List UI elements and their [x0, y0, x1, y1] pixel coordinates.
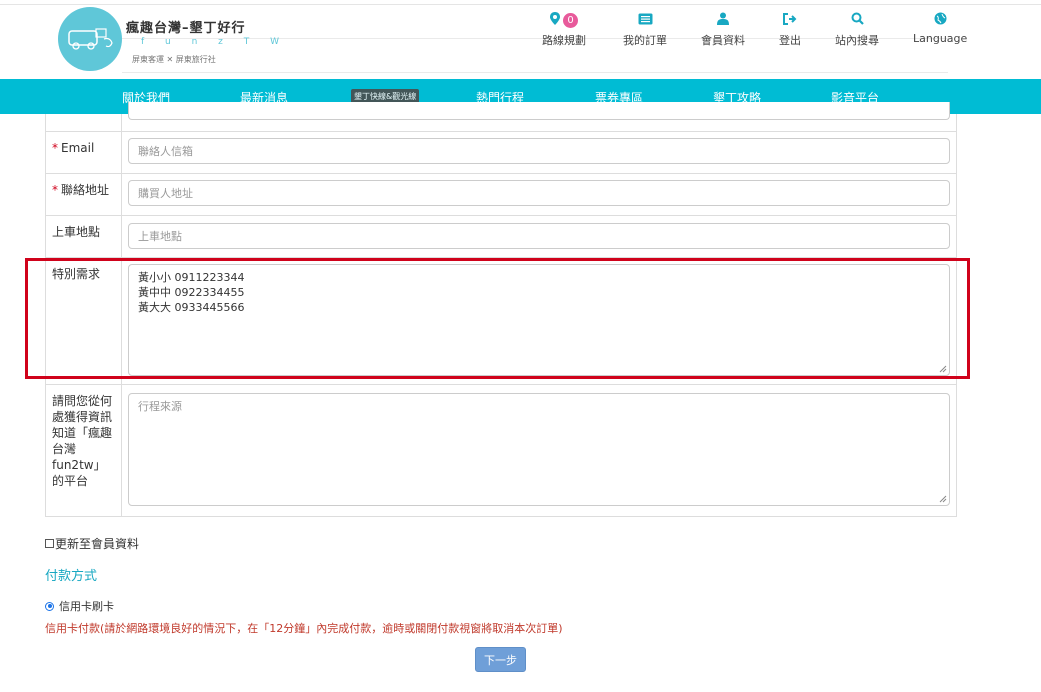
map-marker-icon [550, 12, 560, 29]
topnav-site-search[interactable]: 站內搜尋 [835, 12, 879, 48]
info-source-label-line: 的平台 [52, 474, 89, 488]
info-source-label-line: 台灣 [52, 442, 77, 456]
pickup-location-field[interactable]: 上車地點 [128, 223, 950, 249]
logo[interactable] [58, 7, 122, 71]
form-row-email: * Email 聯絡人信箱 [46, 132, 956, 174]
email-field[interactable]: 聯絡人信箱 [128, 138, 950, 164]
required-mark: * [52, 183, 58, 197]
update-member-label: 更新至會員資料 [55, 537, 140, 551]
user-icon [717, 12, 729, 29]
special-request-line: 黃中中 0922334455 [138, 286, 245, 299]
info-source-placeholder: 行程來源 [138, 400, 182, 413]
address-field[interactable]: 購買人地址 [128, 180, 950, 206]
globe-icon [934, 12, 947, 29]
header-divider [0, 4, 1041, 5]
update-member-checkbox-row[interactable]: 更新至會員資料 [45, 535, 139, 552]
form-row-address: * 聯絡地址 購買人地址 [46, 174, 956, 216]
pickup-label: 上車地點 [46, 216, 122, 257]
special-request-textarea[interactable]: 黃小小 0911223344 黃中中 0922334455 黃大大 093344… [128, 264, 950, 376]
brand-tagline: 屏東客運 ✕ 屏東旅行社 [132, 55, 216, 64]
resize-handle-icon[interactable] [939, 365, 947, 373]
site-header: 瘋趣台灣–墾丁好行 f u n z T W 屏東客運 ✕ 屏東旅行社 0 路線規… [0, 0, 1041, 79]
route-count-badge: 0 [563, 13, 578, 28]
info-source-label-line: fun2tw」 [52, 458, 106, 472]
payment-option-credit-card[interactable]: 信用卡刷卡 [45, 598, 114, 614]
info-source-label-line: 處獲得資訊 [52, 410, 113, 424]
topnav-label: 會員資料 [701, 34, 745, 47]
credit-card-radio[interactable] [45, 601, 54, 611]
topnav-member-info[interactable]: 會員資料 [701, 12, 745, 48]
form-row-partial [46, 102, 956, 132]
sign-out-icon [783, 12, 797, 29]
topnav-label: Language [913, 32, 968, 45]
background-field-line [122, 72, 948, 73]
info-source-label-line: 請問您從何 [52, 394, 113, 408]
topnav-label: 我的訂單 [623, 34, 667, 47]
brand-subtitle: f u n z T W [141, 37, 289, 47]
next-step-button[interactable]: 下一步 [475, 647, 526, 672]
special-request-line: 黃大大 0933445566 [138, 301, 245, 314]
email-label-text: Email [61, 141, 95, 155]
page: 瘋趣台灣–墾丁好行 f u n z T W 屏東客運 ✕ 屏東旅行社 0 路線規… [0, 0, 1041, 692]
topnav-route-planning[interactable]: 0 路線規劃 [542, 12, 586, 48]
list-icon [638, 13, 653, 29]
required-mark: * [52, 141, 58, 155]
form-row-info-source: 請問您從何 處獲得資訊 知道「瘋趣 台灣 fun2tw」 的平台 行程來源 [46, 385, 956, 517]
info-source-textarea[interactable]: 行程來源 [128, 393, 950, 506]
special-request-label: 特別需求 [46, 258, 122, 384]
topnav-label: 登出 [779, 34, 801, 47]
special-request-line: 黃小小 0911223344 [138, 271, 245, 284]
email-label: * Email [46, 132, 122, 173]
payment-method-title: 付款方式 [45, 569, 98, 584]
topnav-language[interactable]: Language [913, 12, 967, 45]
resize-handle-icon[interactable] [939, 495, 947, 503]
order-form-table: * Email 聯絡人信箱 * 聯絡地址 購買人地址 上車地點 上車地點 特別需求 … [45, 102, 957, 517]
address-label-text: 聯絡地址 [61, 183, 110, 197]
topnav-my-orders[interactable]: 我的訂單 [623, 12, 667, 48]
bus-logo-icon [68, 28, 113, 50]
topnav-label: 站內搜尋 [835, 34, 879, 47]
form-row-special-request: 特別需求 黃小小 0911223344 黃中中 0922334455 黃大大 0… [46, 258, 956, 385]
form-row-pickup: 上車地點 上車地點 [46, 216, 956, 258]
address-label: * 聯絡地址 [46, 174, 122, 215]
topnav-label: 路線規劃 [542, 34, 586, 47]
credit-card-label: 信用卡刷卡 [59, 600, 114, 613]
brand-title: 瘋趣台灣–墾丁好行 [126, 21, 246, 36]
search-icon [851, 12, 864, 29]
partial-input-field[interactable] [128, 102, 950, 120]
info-source-label-line: 知道「瘋趣 [52, 426, 113, 440]
form-label-partial [46, 114, 122, 131]
update-member-checkbox[interactable] [45, 539, 54, 548]
topnav-logout[interactable]: 登出 [779, 12, 801, 48]
info-source-label: 請問您從何 處獲得資訊 知道「瘋趣 台灣 fun2tw」 的平台 [46, 385, 122, 516]
payment-note: 信用卡付款(請於網路環境良好的情況下，在「12分鐘」內完成付款，逾時或關閉付款視… [45, 622, 563, 635]
